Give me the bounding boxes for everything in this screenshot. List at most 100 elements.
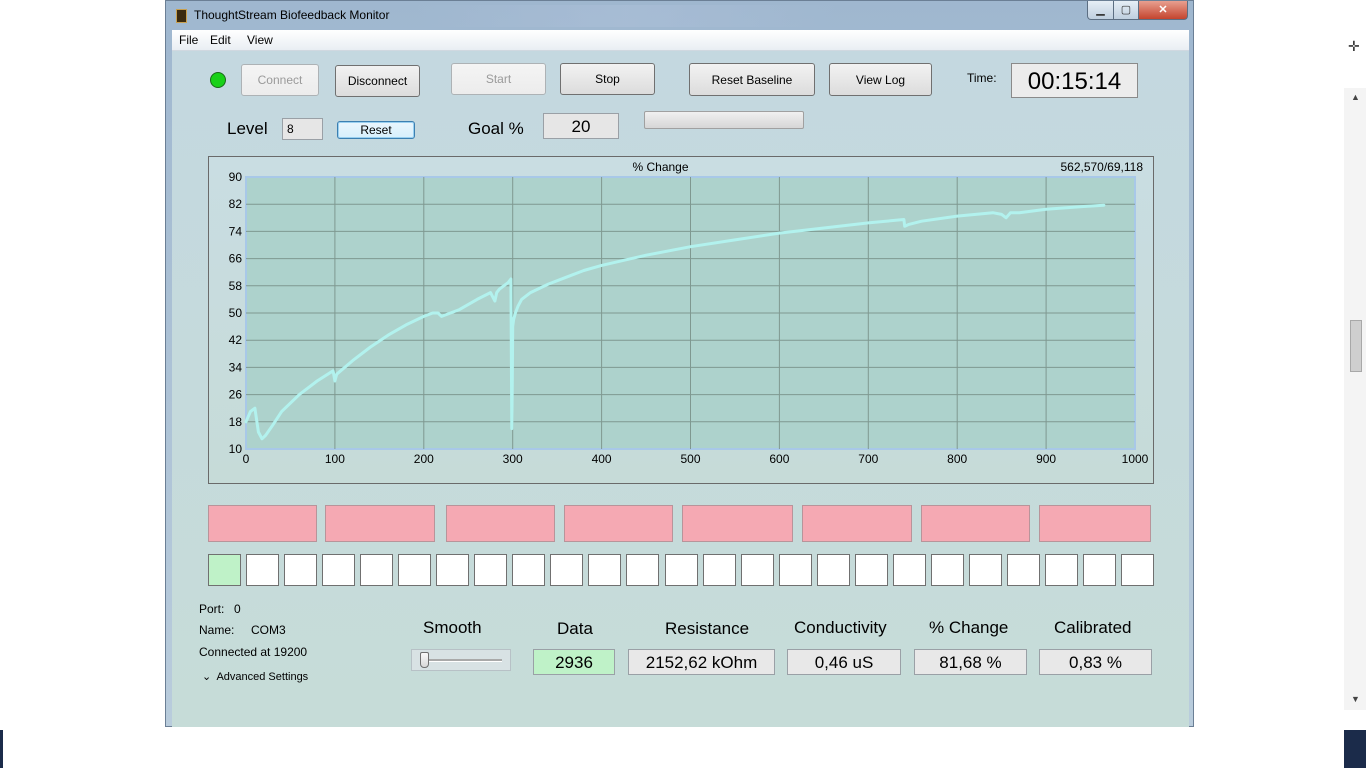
progress-cell: [893, 554, 926, 586]
x-tick-label: 300: [503, 452, 523, 466]
disconnect-button[interactable]: Disconnect: [335, 65, 420, 97]
level-input[interactable]: 8: [282, 118, 323, 140]
client-area: File Edit View Connect Disconnect Start …: [172, 30, 1189, 727]
resistance-label: Resistance: [665, 619, 750, 638]
level-reset-button[interactable]: Reset: [337, 121, 415, 139]
window-title: ThoughtStream Biofeedback Monitor: [194, 8, 390, 22]
progress-cell: [1083, 554, 1116, 586]
progress-cell: [931, 554, 964, 586]
slider-thumb[interactable]: [420, 652, 429, 668]
progress-cell: [474, 554, 507, 586]
y-tick-label: 42: [229, 333, 243, 347]
slider-track-line: [420, 659, 502, 662]
x-tick-label: 900: [1036, 452, 1056, 466]
level-label: Level: [227, 119, 268, 138]
progress-cell: [246, 554, 279, 586]
progress-cell: [1045, 554, 1078, 586]
data-label: Data: [557, 619, 593, 638]
app-window: ThoughtStream Biofeedback Monitor ▁ ▢ ✕ …: [165, 0, 1194, 727]
menu-edit[interactable]: Edit: [210, 33, 231, 47]
progress-cell: [360, 554, 393, 586]
x-tick-label: 100: [325, 452, 345, 466]
goal-label: Goal %: [468, 119, 524, 138]
time-display: 00:15:14: [1011, 63, 1138, 98]
indicator-bar: [1039, 505, 1151, 542]
y-tick-label: 18: [229, 415, 243, 429]
x-tick-label: 600: [769, 452, 789, 466]
chart-title: % Change: [632, 160, 688, 174]
x-tick-label: 1000: [1122, 452, 1149, 466]
y-tick-label: 26: [229, 388, 243, 402]
conductivity-label: Conductivity: [794, 618, 887, 637]
change-label: % Change: [929, 618, 1009, 637]
title-bar[interactable]: ThoughtStream Biofeedback Monitor ▁ ▢ ✕: [166, 1, 1193, 29]
indicator-bar: [802, 505, 912, 542]
progress-cell: [208, 554, 241, 586]
y-tick-label: 50: [229, 306, 243, 320]
progress-cell: [703, 554, 736, 586]
port-value: 0: [234, 602, 241, 616]
progress-cell: [855, 554, 888, 586]
menu-file[interactable]: File: [179, 33, 198, 47]
data-value: 2936: [533, 649, 615, 675]
progress-cell: [550, 554, 583, 586]
x-tick-label: 800: [947, 452, 967, 466]
calibrated-label: Calibrated: [1054, 618, 1132, 637]
port-label: Port:: [199, 602, 225, 616]
close-button[interactable]: ✕: [1138, 1, 1188, 20]
smooth-label: Smooth: [423, 618, 482, 637]
calibrated-value: 0,83 %: [1039, 649, 1152, 675]
scrollbar-thumb[interactable]: [1350, 320, 1362, 372]
stop-button[interactable]: Stop: [560, 63, 655, 95]
progress-cell: [588, 554, 621, 586]
double-chevron-down-icon: ⌄: [202, 671, 212, 683]
start-button[interactable]: Start: [451, 63, 546, 95]
y-tick-label: 82: [229, 197, 243, 211]
progress-cell: [284, 554, 317, 586]
progress-cell: [398, 554, 431, 586]
progress-cell: [779, 554, 812, 586]
name-value: COM3: [251, 623, 286, 637]
name-label: Name:: [199, 623, 235, 637]
progress-cell: [436, 554, 469, 586]
y-tick-label: 34: [229, 360, 243, 374]
time-label: Time:: [967, 71, 997, 85]
advanced-settings-toggle[interactable]: ⌄ Advanced Settings: [202, 670, 308, 683]
chart-svg: 0 100 200 300 400 500 600 700 800 900 1000 90 82 74 66…: [229, 160, 1149, 466]
scroll-up-icon[interactable]: ▲: [1351, 92, 1360, 102]
connect-button[interactable]: Connect: [241, 64, 319, 96]
minimize-button[interactable]: ▁: [1087, 1, 1114, 20]
x-tick-label: 0: [243, 452, 250, 466]
percent-change-chart: 0 100 200 300 400 500 600 700 800 900 1000 90 82 74 66…: [208, 156, 1154, 484]
menu-bar: File Edit View: [172, 30, 1189, 51]
maximize-button[interactable]: ▢: [1113, 1, 1139, 20]
goal-input[interactable]: 20: [543, 113, 619, 139]
progress-cell: [1007, 554, 1040, 586]
reset-baseline-button[interactable]: Reset Baseline: [689, 63, 815, 96]
indicator-bar: [325, 505, 435, 542]
progress-cell: [665, 554, 698, 586]
conductivity-value: 0,46 uS: [787, 649, 901, 675]
goal-progress-bar: [644, 111, 804, 129]
progress-cell: [1121, 554, 1154, 586]
background-scrollbar[interactable]: ▲ ▼: [1344, 88, 1366, 710]
x-tick-label: 700: [858, 452, 878, 466]
resistance-value: 2152,62 kOhm: [628, 649, 775, 675]
y-tick-label: 66: [229, 252, 243, 266]
indicator-bar: [446, 505, 555, 542]
smooth-slider[interactable]: [411, 649, 511, 671]
y-tick-label: 90: [229, 170, 243, 184]
app-icon: [176, 9, 187, 23]
progress-cell: [969, 554, 1002, 586]
advanced-settings-label: Advanced Settings: [216, 671, 309, 683]
taskbar-edge: [1344, 730, 1366, 768]
menu-view[interactable]: View: [247, 33, 273, 47]
view-log-button[interactable]: View Log: [829, 63, 932, 96]
chart-corner-text: 562,570/69,118: [1060, 160, 1143, 174]
scroll-down-icon[interactable]: ▼: [1351, 694, 1360, 704]
progress-cell: [741, 554, 774, 586]
change-value: 81,68 %: [914, 649, 1027, 675]
progress-cell: [626, 554, 659, 586]
move-icon: ✛: [1348, 38, 1360, 54]
progress-cell: [512, 554, 545, 586]
